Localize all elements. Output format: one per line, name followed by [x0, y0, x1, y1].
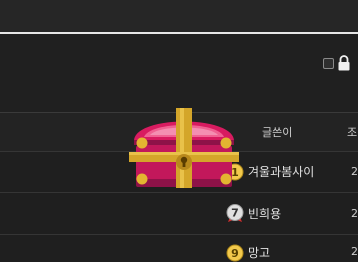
- author-link[interactable]: 겨울과봄사이: [248, 163, 314, 180]
- treasure-chest-icon[interactable]: [128, 107, 240, 191]
- top-bar: [0, 0, 358, 32]
- row-trailing-value: 2: [351, 245, 358, 258]
- rank-badge-icon: 7: [226, 204, 244, 222]
- table-row[interactable]: 7 빈희용 2: [0, 193, 358, 234]
- row-trailing-value: 2: [351, 165, 358, 178]
- author-link[interactable]: 빈희용: [248, 205, 281, 222]
- rank-badge-icon: 9: [226, 244, 244, 262]
- toolbar-area: [0, 34, 358, 112]
- rank-number: 9: [231, 247, 239, 260]
- row-trailing-value: 2: [351, 207, 358, 220]
- column-header-views[interactable]: 조: [347, 124, 357, 140]
- column-header-author[interactable]: 글쓴이: [262, 124, 292, 140]
- select-checkbox[interactable]: [323, 58, 334, 69]
- rank-number: 7: [231, 207, 239, 220]
- lock-icon[interactable]: [337, 55, 351, 71]
- table-row[interactable]: 9 망고 2: [0, 235, 358, 262]
